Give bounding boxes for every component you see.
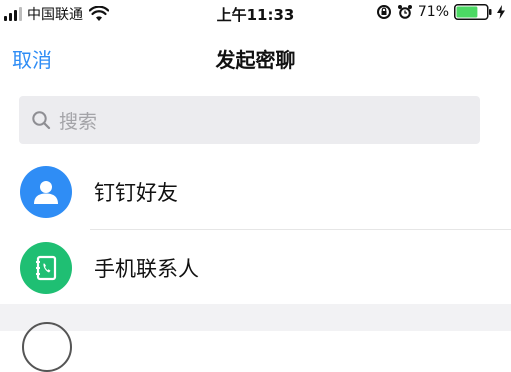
status-right: 71% xyxy=(376,4,505,20)
nav-bar: 取消 发起密聊 xyxy=(0,30,511,82)
divider xyxy=(90,229,511,230)
rotation-lock-icon xyxy=(376,5,391,19)
person-icon xyxy=(20,166,72,218)
search-input[interactable]: 搜索 xyxy=(19,96,480,144)
alarm-icon xyxy=(397,5,412,19)
list-item-label: 手机联系人 xyxy=(94,257,199,281)
list-item-dingtalk-friends[interactable]: 钉钉好友 xyxy=(0,156,511,228)
avatar[interactable] xyxy=(22,322,72,372)
charging-bolt-icon xyxy=(497,5,505,19)
page-title: 发起密聊 xyxy=(215,48,296,72)
list-item-label: 钉钉好友 xyxy=(94,181,178,205)
battery-icon xyxy=(454,4,492,20)
search-icon xyxy=(32,111,51,130)
list-item-phone-contacts[interactable]: 手机联系人 xyxy=(0,232,511,304)
section-separator xyxy=(0,304,511,331)
phone-contacts-icon xyxy=(20,242,72,294)
search-placeholder: 搜索 xyxy=(59,110,98,133)
status-bar: 中国联通 上午11:33 71% xyxy=(0,0,511,28)
battery-percent: 71% xyxy=(417,4,449,20)
